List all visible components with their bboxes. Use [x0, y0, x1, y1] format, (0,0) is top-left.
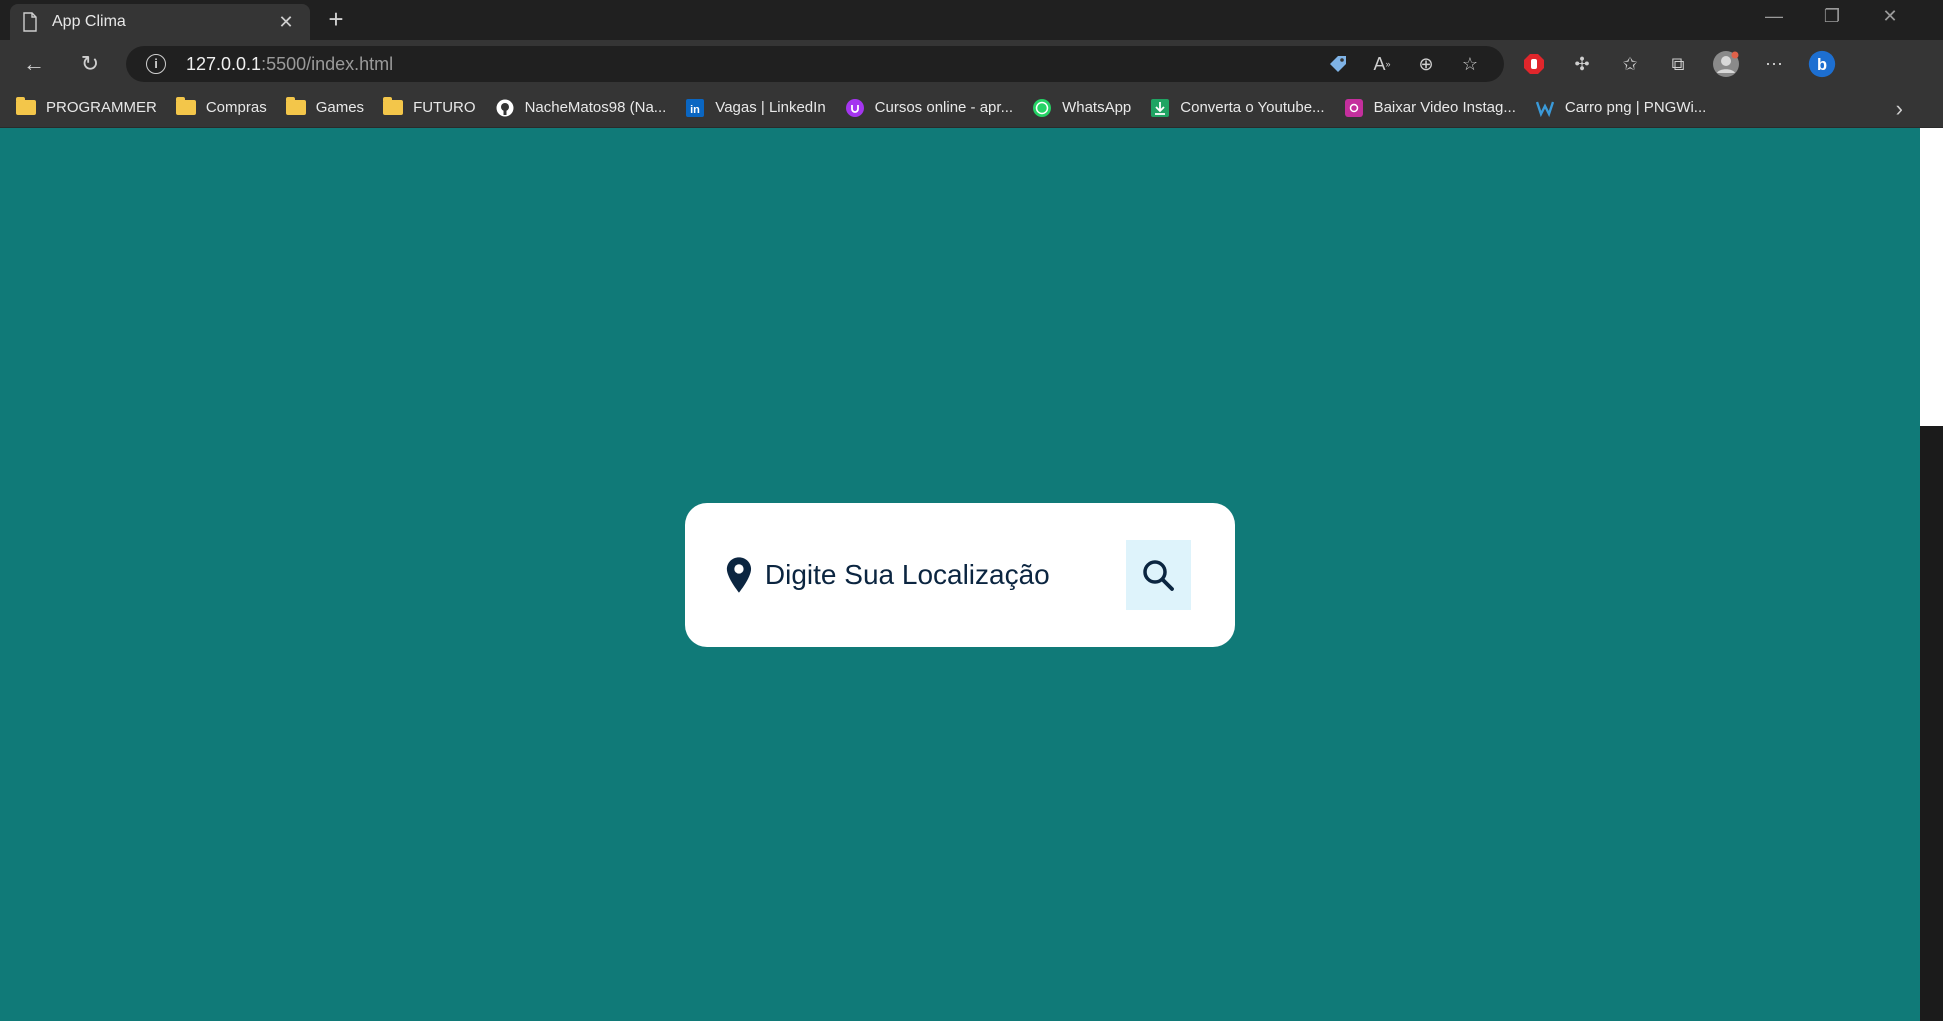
restore-icon[interactable]: ❐	[1812, 6, 1852, 27]
bookmark-label: Carro png | PNGWi...	[1564, 99, 1707, 116]
bookmarks-bar: PROGRAMMER Compras Games FUTURO NacheMat…	[0, 88, 1943, 128]
coupon-tag-icon[interactable]	[1324, 50, 1352, 78]
pngwing-icon	[1535, 99, 1555, 117]
bookmark-futuro[interactable]: FUTURO	[383, 97, 476, 117]
bookmark-label: Baixar Video Instag...	[1373, 99, 1516, 116]
location-pin-icon	[726, 557, 752, 593]
instagram-icon	[1344, 98, 1364, 117]
bing-copilot-icon[interactable]: b	[1808, 50, 1836, 78]
bookmark-github[interactable]: NacheMatos98 (Na...	[495, 99, 667, 117]
side-panel-dark-area	[1920, 426, 1943, 1021]
bookmark-label: FUTURO	[413, 99, 476, 116]
svg-text:b: b	[1817, 56, 1827, 74]
url-host: 127.0.0.1	[186, 53, 262, 74]
svg-text:in: in	[690, 104, 700, 116]
bookmark-label: NacheMatos98 (Na...	[524, 99, 667, 116]
collections-icon[interactable]: ⧉	[1664, 50, 1692, 78]
new-tab-icon[interactable]: +	[320, 6, 352, 34]
bookmark-instagram-video[interactable]: Baixar Video Instag...	[1344, 98, 1516, 117]
close-window-icon[interactable]: ✕	[1870, 6, 1910, 27]
search-button[interactable]	[1125, 540, 1191, 610]
site-info-icon[interactable]: i	[146, 54, 166, 74]
bookmark-compras[interactable]: Compras	[175, 97, 267, 117]
minimize-icon[interactable]: —	[1754, 6, 1794, 27]
url-path: :5500/index.html	[261, 53, 394, 74]
bookmark-whatsapp[interactable]: WhatsApp	[1032, 98, 1132, 117]
bookmark-label: Compras	[205, 99, 267, 116]
side-panel-edge	[1920, 128, 1943, 1021]
bookmark-label: PROGRAMMER	[46, 99, 157, 116]
bookmark-label: Cursos online - apr...	[874, 99, 1014, 116]
refresh-icon[interactable]: ↻	[72, 48, 108, 80]
bookmark-udemy[interactable]: Cursos online - apr...	[845, 98, 1014, 117]
page-icon	[23, 12, 37, 32]
zoom-icon[interactable]: ⊕	[1412, 50, 1440, 78]
address-bar[interactable]: i 127.0.0.1 :5500/index.html A» ⊕ ☆	[126, 46, 1504, 82]
folder-icon	[285, 97, 306, 117]
search-icon	[1143, 560, 1175, 591]
favorites-icon[interactable]: ✩	[1616, 50, 1644, 78]
read-aloud-icon[interactable]: A»	[1368, 50, 1396, 78]
folder-icon	[383, 97, 404, 117]
chevron-right-icon[interactable]: ›	[1896, 96, 1903, 122]
profile-avatar-icon[interactable]	[1712, 50, 1740, 78]
bookmark-label: Converta o Youtube...	[1180, 99, 1325, 116]
close-tab-icon[interactable]: ✕	[274, 12, 298, 33]
browser-window: App Clima ✕ + — ❐ ✕ ← ↻ i 127.0.0.1 :550…	[0, 0, 1943, 1021]
folder-icon	[175, 97, 196, 117]
whatsapp-icon	[1032, 98, 1052, 117]
add-favorite-icon[interactable]: ☆	[1456, 50, 1484, 78]
location-search-input[interactable]	[764, 559, 1126, 591]
tab-bar: App Clima ✕ + — ❐ ✕	[0, 0, 1943, 40]
search-card	[685, 503, 1235, 647]
bookmark-label: Games	[315, 99, 365, 116]
bookmark-linkedin[interactable]: in Vagas | LinkedIn	[685, 98, 826, 117]
bookmark-youtube-converter[interactable]: Converta o Youtube...	[1150, 98, 1325, 117]
udemy-icon	[845, 98, 865, 117]
download-icon	[1150, 98, 1170, 117]
bookmark-label: Vagas | LinkedIn	[715, 99, 826, 116]
tab-app-clima[interactable]: App Clima ✕	[10, 4, 310, 40]
app-page	[0, 128, 1920, 1021]
linkedin-icon: in	[685, 98, 705, 117]
adblock-extension-icon[interactable]	[1520, 50, 1548, 78]
folder-icon	[16, 97, 36, 117]
bookmark-programmer[interactable]: PROGRAMMER	[16, 97, 157, 117]
extensions-icon[interactable]: ✣	[1568, 50, 1596, 78]
back-icon[interactable]: ←	[16, 48, 52, 80]
more-menu-icon[interactable]: ⋯	[1760, 50, 1788, 78]
navigation-bar: ← ↻ i 127.0.0.1 :5500/index.html A» ⊕ ☆ …	[0, 40, 1943, 88]
bookmark-pngwing[interactable]: Carro png | PNGWi...	[1535, 99, 1706, 117]
tab-title: App Clima	[52, 13, 126, 30]
github-icon	[495, 99, 515, 117]
bookmark-games[interactable]: Games	[285, 97, 365, 117]
bookmark-label: WhatsApp	[1062, 99, 1132, 116]
